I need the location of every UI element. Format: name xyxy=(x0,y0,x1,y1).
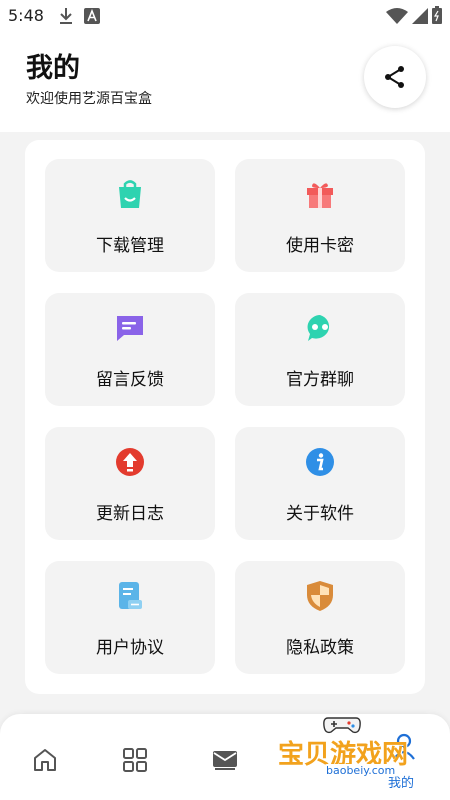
grid-icon xyxy=(123,748,147,772)
menu-tile-label: 隐私政策 xyxy=(286,638,354,658)
shield-icon xyxy=(305,579,335,613)
menu-tile-privacy-policy[interactable]: 隐私政策 xyxy=(235,561,405,674)
menu-tile-feedback[interactable]: 留言反馈 xyxy=(45,293,215,406)
menu-tile-label: 使用卡密 xyxy=(286,236,354,256)
menu-tile-use-card-key[interactable]: 使用卡密 xyxy=(235,159,405,272)
home-icon xyxy=(34,749,56,771)
menu-card: 下载管理 使用卡密 留言反馈 官方群聊 更新日志 关于软件 用户协议 隐私政策 xyxy=(25,140,425,694)
menu-tile-label: 下载管理 xyxy=(96,236,164,256)
menu-tile-label: 关于软件 xyxy=(286,504,354,524)
watermark-url: baobeiy.com xyxy=(324,764,398,777)
page-header: 我的 欢迎使用艺源百宝盒 xyxy=(0,32,450,132)
update-arrow-icon xyxy=(115,445,145,479)
watermark: 宝贝游戏网 baobeiy.com xyxy=(272,714,422,784)
status-time: 5:48 xyxy=(8,6,44,25)
chat-bot-icon xyxy=(305,311,335,345)
share-icon xyxy=(385,66,404,88)
download-icon xyxy=(58,6,74,30)
info-icon xyxy=(305,445,335,479)
gift-icon xyxy=(305,177,335,211)
menu-tile-changelog[interactable]: 更新日志 xyxy=(45,427,215,540)
message-icon xyxy=(115,311,145,345)
menu-tile-about[interactable]: 关于软件 xyxy=(235,427,405,540)
battery-icon xyxy=(432,6,442,28)
page-title: 我的 xyxy=(26,53,80,84)
menu-tile-label: 官方群聊 xyxy=(286,370,354,390)
menu-tile-label: 更新日志 xyxy=(96,504,164,524)
shopping-bag-icon xyxy=(115,177,145,211)
menu-tile-label: 用户协议 xyxy=(96,638,164,658)
wifi-icon xyxy=(386,8,408,28)
document-icon xyxy=(115,579,145,613)
signal-icon xyxy=(412,8,428,28)
mail-icon xyxy=(213,751,237,770)
page-subtitle: 欢迎使用艺源百宝盒 xyxy=(26,91,152,107)
menu-tile-user-agreement[interactable]: 用户协议 xyxy=(45,561,215,674)
nav-home[interactable] xyxy=(25,740,65,780)
a-app-icon xyxy=(84,8,100,28)
share-button[interactable] xyxy=(364,46,426,108)
nav-messages[interactable] xyxy=(205,740,245,780)
menu-tile-download-manager[interactable]: 下载管理 xyxy=(45,159,215,272)
nav-grid[interactable] xyxy=(115,740,155,780)
menu-tile-official-group[interactable]: 官方群聊 xyxy=(235,293,405,406)
menu-tile-label: 留言反馈 xyxy=(96,370,164,390)
status-bar: 5:48 xyxy=(0,0,450,32)
